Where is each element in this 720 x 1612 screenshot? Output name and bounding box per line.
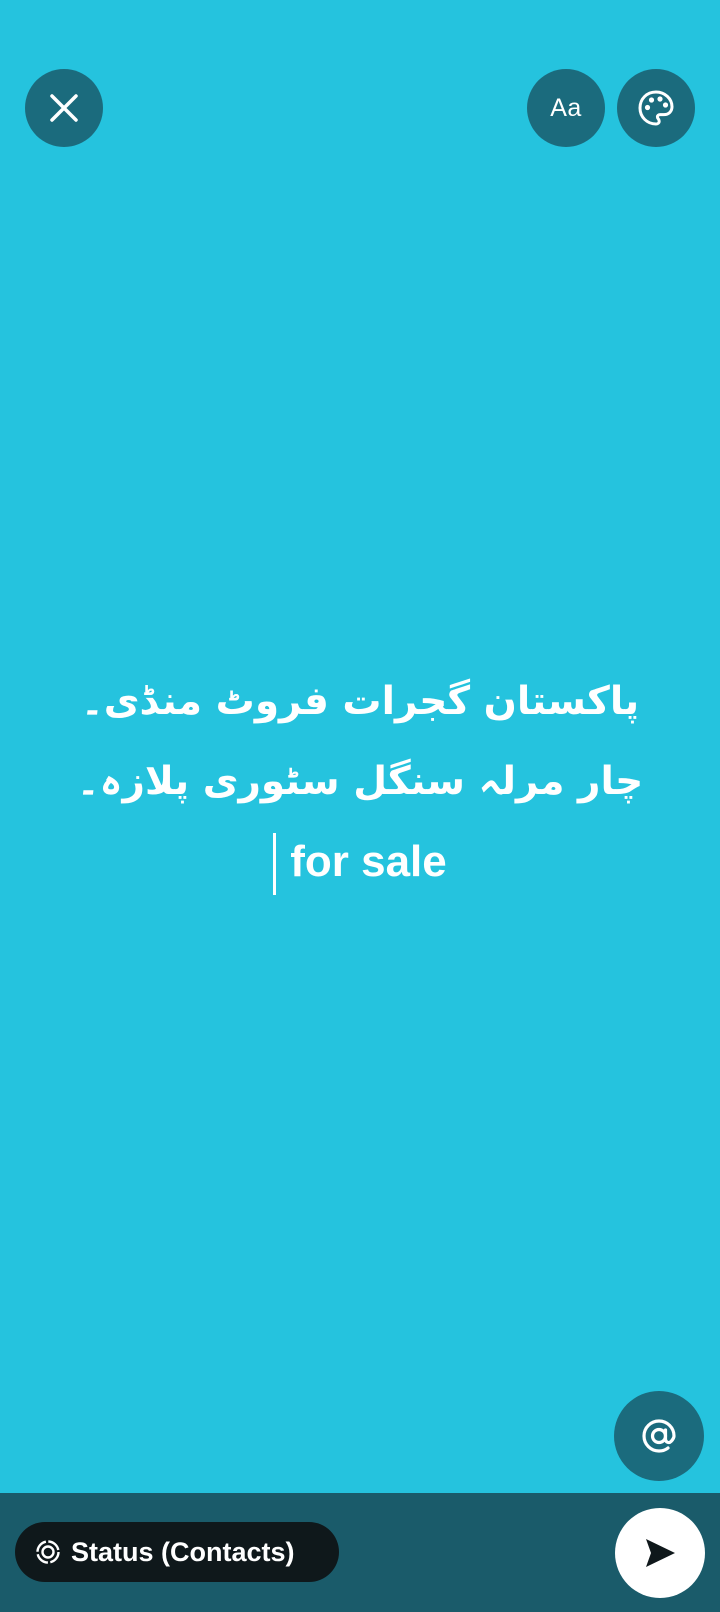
status-text-line-2: چار مرلہ سنگل سٹوری پلازہ۔ <box>76 759 644 804</box>
background-color-button[interactable] <box>617 69 695 147</box>
close-button[interactable] <box>25 69 103 147</box>
mention-button[interactable] <box>614 1391 704 1481</box>
status-text-editor[interactable]: پاکستان گجرات فروٹ منڈی۔ چار مرلہ سنگل س… <box>40 662 680 902</box>
status-text-line-1: پاکستان گجرات فروٹ منڈی۔ <box>80 679 640 724</box>
status-ring-icon <box>36 1540 60 1564</box>
at-sign-icon <box>642 1419 676 1453</box>
bottom-bar: Status (Contacts) <box>0 1493 720 1612</box>
send-button[interactable] <box>615 1508 705 1598</box>
palette-icon <box>638 90 674 126</box>
font-style-button[interactable]: Aa <box>527 69 605 147</box>
font-style-label: Aa <box>550 93 582 122</box>
status-text-line-3-label: for sale <box>290 837 447 886</box>
send-icon <box>646 1539 675 1567</box>
status-text-line-3: for sale <box>40 822 680 902</box>
audience-selector-chip[interactable]: Status (Contacts) <box>15 1522 339 1582</box>
audience-label: Status (Contacts) <box>71 1536 295 1567</box>
text-cursor <box>273 833 277 895</box>
status-composer-screen: Aa پاکستان گجرات فروٹ منڈی۔ چار مرلہ سنگ… <box>0 0 720 1612</box>
close-icon <box>50 94 78 122</box>
